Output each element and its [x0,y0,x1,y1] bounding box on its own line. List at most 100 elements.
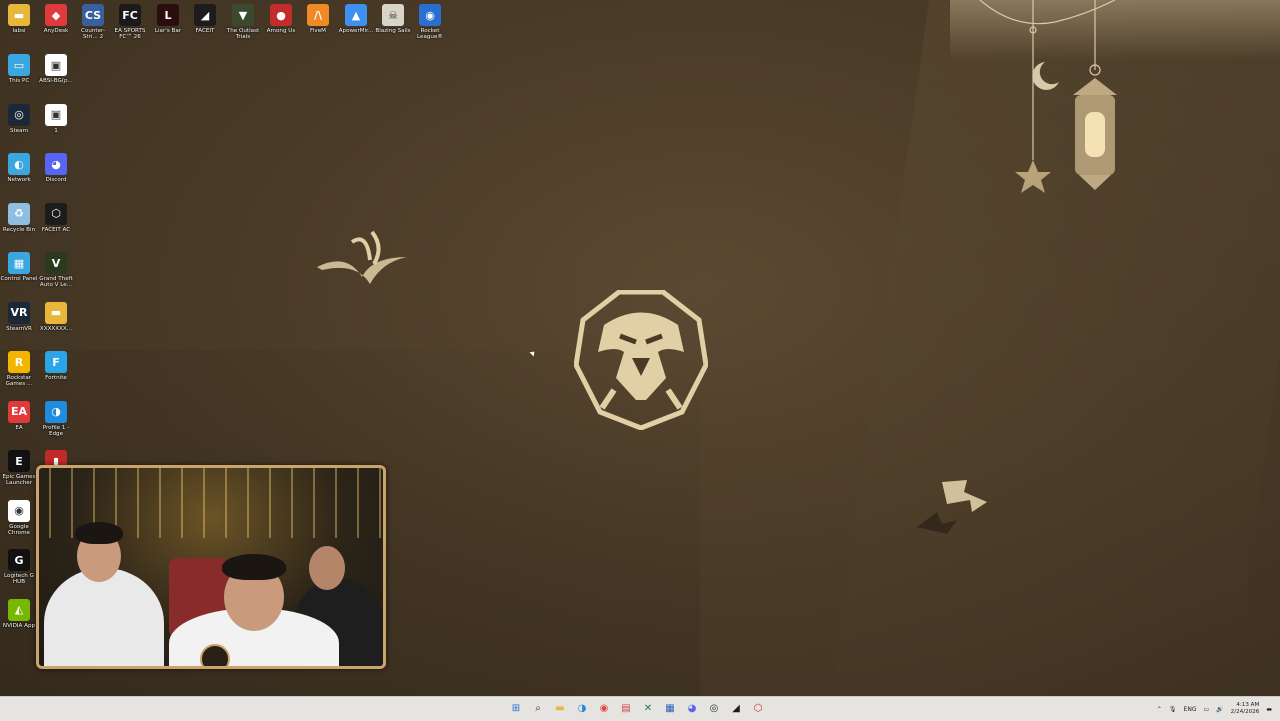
desktop-icon-label: Discord [45,177,67,183]
logitech-ghub-icon: G [8,549,30,571]
steam-taskbar-button[interactable]: ◎ [706,699,722,717]
desktop-icon-label: Network [7,177,31,183]
desktop-icon[interactable]: G Logitech G HUB [0,545,38,586]
outlast-icon: ▼ [232,4,254,26]
ea-icon: EA [8,400,30,423]
desktop-icon[interactable]: ▲ ApowerMir... [337,0,375,34]
arrow-sketch-decoration [917,480,987,534]
speaker-icon[interactable]: 🔊 [1216,706,1223,713]
faceit-ac-icon: ⬡ [45,202,67,225]
faceit-ac-taskbar-button[interactable]: ⬡ [750,699,766,717]
desktop-icon[interactable]: ⬡ FACEIT AC [37,199,75,233]
bird-sketch-decoration [317,230,407,284]
chrome-taskbar-button[interactable]: ◉ [596,699,612,717]
word-taskbar-button[interactable]: ▦ [662,699,678,717]
desktop-icon[interactable]: ♻ Recycle Bin [0,199,38,233]
desktop-icon[interactable]: ◆ AnyDesk [37,0,75,34]
nvidia-icon: ◭ [8,598,30,621]
taskbar-apps: ⊞ ⌕ ▬ ◑ ◉ ▤ ✕ ▦ ◕ ◎ ◢ ⬡ [508,699,766,717]
faceit-icon: ◢ [194,4,216,26]
search-button[interactable]: ⌕ [530,699,546,717]
desktop-icon-label: 1 [54,127,58,134]
chrome-icon: ◉ [8,499,30,522]
desktop-icon[interactable]: ▼ The Outlast Trials [224,0,262,41]
desktop-icon[interactable]: ☠ Blazing Sails [374,0,412,34]
desktop-icon[interactable]: R Rockstar Games ... [0,347,38,388]
network-tray-icon[interactable]: ▭ [1203,706,1209,713]
desktop-icon-label: Grand Theft Auto V Le... [39,276,73,289]
faceit-taskbar-button[interactable]: ◢ [728,699,744,717]
desktop-icon[interactable]: E Epic Games Launcher [0,446,38,487]
notification-bell-icon[interactable]: ▬ [1266,706,1272,713]
ea-fc-icon: FC [119,4,141,26]
desktop-icon-label: AnyDesk [43,28,69,34]
image-file-icon: ▣ [45,103,67,126]
desktop-icon[interactable]: /\ FiveM [299,0,337,34]
clock-time: 4:13 AM [1236,702,1260,708]
desktop-icon[interactable]: VR SteamVR [0,298,38,332]
network-icon: ◐ [8,153,30,175]
taskbar: ⊞ ⌕ ▬ ◑ ◉ ▤ ✕ ▦ ◕ ◎ ◢ ⬡ ⌃ 🎙 ENG ▭ 🔊 4:13 AM 2/24/20… [0,696,1280,721]
anydesk-icon: ◆ [45,4,67,26]
desktop-icon[interactable]: ◑ Profile 1 - Edge [37,397,75,438]
desktop-icon[interactable]: ◢ FACEIT [186,0,224,34]
desktop-icon-label: Steam [9,127,29,134]
desktop-icon[interactable]: ▦ Control Panel [0,248,38,282]
desktop-icon[interactable]: ◎ Steam [0,100,38,134]
fivem-icon: /\ [307,4,329,26]
desktop-icon[interactable]: ◉ Google Chrome [0,496,38,537]
desktop-icon-label: Epic Games Launcher [2,474,36,487]
rockstar-icon: R [8,351,30,373]
desktop-icon[interactable]: L Liar's Bar [149,0,187,34]
desktop-icon[interactable]: ◐ Network [0,149,38,183]
desktop-icon[interactable]: ▬ XXXXXXX... [37,298,75,332]
excel-taskbar-button[interactable]: ✕ [640,699,656,717]
fortnite-icon: F [45,351,67,373]
desktop-icon-label: Profile 1 - Edge [42,424,70,437]
desktop-icon[interactable]: ◭ NVIDIA App [0,595,38,629]
desktop-icon[interactable]: V Grand Theft Auto V Le... [37,248,75,289]
desktop-icon-label: This PC [8,78,30,84]
desktop-icon[interactable]: EA EA [0,397,38,431]
desktop-icon[interactable]: ▭ This PC [0,50,38,84]
desktop-icon-label: Rocket League® [416,28,444,41]
clock-date: 2/24/2026 [1230,709,1260,715]
recycle-bin-icon: ♻ [8,202,30,225]
desktop-icon[interactable]: ◕ Discord [37,149,75,183]
desktop-icon[interactable]: FC EA SPORTS FC™ 26 [111,0,149,41]
lantern-decoration [979,0,1117,193]
desktop-icon[interactable]: ◉ Rocket League® [411,0,449,41]
desktop-icon[interactable]: ● Among Us [262,0,300,34]
desktop-icon[interactable]: ▣ ABSI-BG(p... [37,50,75,84]
person-left-hair [75,522,123,544]
desktop-icon-label: Counter-Stri... 2 [80,28,105,41]
calendar-taskbar-button[interactable]: ▤ [618,699,634,717]
falcon-badge-icon [200,644,230,666]
chevron-up-icon[interactable]: ⌃ [1157,706,1162,713]
desktop-icon-label: ApowerMir... [338,28,374,34]
desktop-icon-label: EA SPORTS FC™ 26 [114,28,146,41]
system-tray: ⌃ 🎙 ENG ▭ 🔊 4:13 AM 2/24/2026 ▬ [1157,699,1272,719]
desktop-icon-label: SteamVR [6,325,32,332]
start-button[interactable]: ⊞ [508,699,524,717]
clock[interactable]: 4:13 AM 2/24/2026 [1231,702,1260,716]
microphone-icon[interactable]: 🎙 [1169,706,1177,713]
control-panel-icon: ▦ [8,252,30,274]
language-indicator[interactable]: ENG [1184,706,1197,713]
desktop-icon[interactable]: CS Counter-Stri... 2 [74,0,112,41]
person-center-hair [222,554,286,580]
apowermirror-icon: ▲ [345,4,367,26]
counter-strike-icon: CS [82,4,104,26]
desktop-icon-label: Iabsi [12,28,26,34]
discord-taskbar-button[interactable]: ◕ [684,699,700,717]
desktop-icon[interactable]: F Fortnite [37,347,75,381]
desktop-icon-label: Blazing Sails [375,28,411,34]
edge-taskbar-button[interactable]: ◑ [574,699,590,717]
folder-icon: ▬ [8,4,30,26]
liars-bar-icon: L [157,4,179,26]
desktop-icon[interactable]: ▣ 1 [37,100,75,134]
desktop-icon[interactable]: ▬ Iabsi [0,0,38,34]
person-left [44,568,164,666]
desktop-icon-label: NVIDIA App [2,622,36,629]
file-explorer-button[interactable]: ▬ [552,699,568,717]
